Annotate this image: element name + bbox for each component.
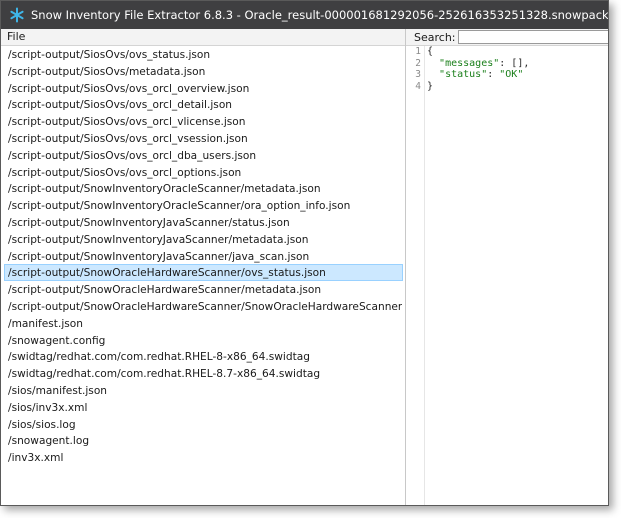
- file-item[interactable]: /sios/inv3x.xml: [4, 399, 403, 416]
- file-item[interactable]: /snowagent.config: [4, 332, 403, 349]
- code-line: {: [427, 46, 434, 57]
- file-item[interactable]: /script-output/SiosOvs/ovs_status.json: [4, 46, 403, 63]
- search-bar: Search:: [406, 29, 608, 46]
- file-list-panel: File /script-output/SiosOvs/ovs_status.j…: [1, 29, 406, 505]
- file-item[interactable]: /script-output/SiosOvs/ovs_orcl_vlicense…: [4, 113, 403, 130]
- snowflake-icon: [10, 7, 24, 23]
- file-item[interactable]: /inv3x.xml: [4, 449, 403, 466]
- file-column-header[interactable]: File: [1, 29, 405, 46]
- file-item[interactable]: /script-output/SnowInventoryOracleScanne…: [4, 197, 403, 214]
- line-number-gutter: 1234: [406, 46, 425, 505]
- code-line: }: [427, 80, 434, 92]
- file-item[interactable]: /script-output/SiosOvs/ovs_orcl_dba_user…: [4, 147, 403, 164]
- file-item[interactable]: /script-output/SnowInventoryJavaScanner/…: [4, 231, 403, 248]
- file-item[interactable]: /sios/sios.log: [4, 416, 403, 433]
- app-window: Snow Inventory File Extractor 6.8.3 - Or…: [0, 0, 609, 506]
- file-item[interactable]: /script-output/SiosOvs/ovs_orcl_vsession…: [4, 130, 403, 147]
- window-title: Snow Inventory File Extractor 6.8.3 - Or…: [30, 8, 608, 22]
- file-item[interactable]: /sios/manifest.json: [4, 382, 403, 399]
- file-item[interactable]: /script-output/SnowInventoryOracleScanne…: [4, 180, 403, 197]
- file-item[interactable]: /swidtag/redhat.com/com.redhat.RHEL-8-x8…: [4, 348, 403, 365]
- search-input[interactable]: [457, 30, 608, 44]
- search-label: Search:: [414, 30, 456, 44]
- file-item[interactable]: /script-output/SnowOracleHardwareScanner…: [4, 281, 403, 298]
- file-item[interactable]: /script-output/SnowOracleHardwareScanner…: [4, 298, 403, 315]
- line-number: 1: [415, 46, 421, 57]
- file-content-panel: Search: 1234 { "messages": [], "status":…: [406, 29, 608, 505]
- file-item[interactable]: /script-output/SnowInventoryJavaScanner/…: [4, 248, 403, 265]
- file-item[interactable]: /manifest.json: [4, 315, 403, 332]
- file-item[interactable]: /script-output/SiosOvs/ovs_orcl_options.…: [4, 164, 403, 181]
- code-viewer[interactable]: 1234 { "messages": [], "status": "OK"}: [406, 46, 608, 505]
- line-number: 3: [415, 69, 421, 80]
- code-line: "status": "OK": [439, 69, 524, 80]
- file-item[interactable]: /script-output/SiosOvs/metadata.json: [4, 63, 403, 80]
- code-content: { "messages": [], "status": "OK"}: [427, 46, 608, 92]
- file-item[interactable]: /script-output/SnowInventoryJavaScanner/…: [4, 214, 403, 231]
- file-item[interactable]: /swidtag/redhat.com/com.redhat.RHEL-8.7-…: [4, 365, 403, 382]
- line-number: 4: [415, 80, 421, 92]
- line-number: 2: [415, 57, 421, 69]
- code-line: "messages": [],: [439, 57, 530, 69]
- file-list: /script-output/SiosOvs/ovs_status.json/s…: [1, 46, 405, 466]
- title-bar[interactable]: Snow Inventory File Extractor 6.8.3 - Or…: [1, 1, 608, 29]
- file-item[interactable]: /script-output/SiosOvs/ovs_orcl_detail.j…: [4, 96, 403, 113]
- file-item[interactable]: /snowagent.log: [4, 432, 403, 449]
- file-item[interactable]: /script-output/SiosOvs/ovs_orcl_overview…: [4, 80, 403, 97]
- file-item-selected[interactable]: /script-output/SnowOracleHardwareScanner…: [4, 264, 403, 282]
